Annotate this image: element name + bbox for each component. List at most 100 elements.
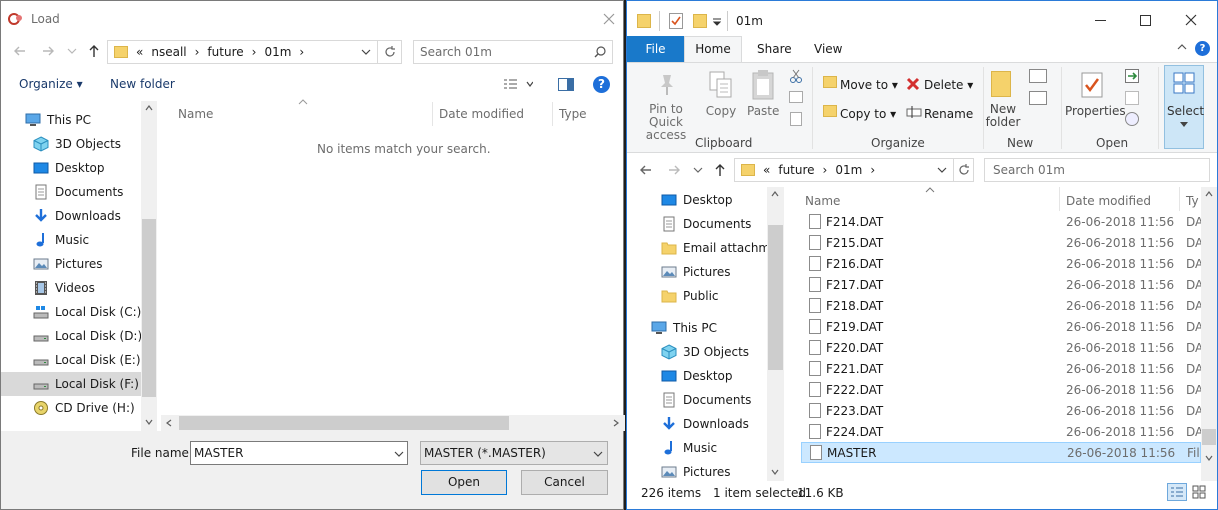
file-row[interactable]: F214.DAT 26-06-2018 11:56 DA — [627, 211, 1203, 232]
tab-home[interactable]: Home — [684, 36, 742, 63]
tab-file[interactable]: File — [627, 36, 684, 62]
easy-access-icon[interactable] — [1029, 91, 1047, 105]
preview-pane-icon[interactable] — [558, 78, 574, 91]
nav-item[interactable]: Pictures — [1, 252, 141, 276]
load-address-bar[interactable]: « nseall › future › 01m › — [107, 40, 378, 64]
recent-dropdown-icon[interactable] — [693, 166, 703, 174]
scroll-down-icon[interactable] — [145, 419, 153, 425]
scroll-up-icon[interactable] — [1205, 191, 1213, 197]
column-divider[interactable] — [552, 102, 553, 126]
large-icons-view-icon[interactable] — [1192, 485, 1206, 499]
column-type[interactable]: Type — [559, 107, 587, 121]
copy-path-icon[interactable] — [789, 91, 803, 103]
file-row[interactable]: F215.DAT 26-06-2018 11:56 DA — [627, 232, 1203, 253]
scroll-thumb[interactable] — [1202, 429, 1216, 445]
new-folder-button[interactable]: New folder — [983, 103, 1023, 129]
history-icon[interactable] — [1125, 112, 1139, 126]
nav-item[interactable]: Local Disk (E:) — [1, 348, 141, 372]
column-name[interactable]: Name — [178, 107, 213, 121]
explorer-address-bar[interactable]: « future › 01m › — [734, 158, 954, 182]
column-date-modified[interactable]: Date modified — [439, 107, 524, 121]
file-name-field[interactable]: MASTER — [190, 441, 408, 465]
ribbon-collapse-icon[interactable] — [1177, 43, 1187, 51]
nav-item[interactable]: Local Disk (F:) — [1, 372, 141, 396]
chevron-down-icon[interactable] — [937, 166, 947, 174]
scroll-thumb[interactable] — [179, 416, 509, 430]
close-icon[interactable] — [1184, 13, 1198, 27]
column-type[interactable]: Ty — [1186, 194, 1199, 208]
scroll-down-icon[interactable] — [1205, 455, 1213, 461]
file-row[interactable]: F218.DAT 26-06-2018 11:56 DA — [627, 295, 1203, 316]
column-divider[interactable] — [432, 102, 433, 126]
help-icon[interactable]: ? — [1195, 41, 1210, 56]
file-row[interactable]: F220.DAT 26-06-2018 11:56 DA — [627, 337, 1203, 358]
file-row[interactable]: F223.DAT 26-06-2018 11:56 DA — [627, 400, 1203, 421]
back-arrow-icon[interactable] — [639, 163, 653, 177]
tab-view[interactable]: View — [814, 42, 842, 56]
nav-item[interactable]: Pictures — [627, 460, 767, 484]
scroll-thumb[interactable] — [142, 219, 156, 397]
rename-button[interactable]: Rename — [924, 107, 973, 121]
scroll-up-icon[interactable] — [771, 191, 779, 197]
new-folder-button[interactable]: New folder — [110, 77, 175, 91]
help-icon[interactable]: ? — [593, 76, 610, 93]
recent-dropdown-icon[interactable] — [67, 47, 77, 55]
forward-arrow-icon[interactable] — [667, 163, 681, 177]
path-segment-nseall[interactable]: nseall — [151, 45, 186, 59]
scroll-down-icon[interactable] — [771, 469, 779, 475]
chevron-down-icon[interactable] — [593, 450, 603, 458]
path-segment-future[interactable]: future — [778, 163, 814, 177]
path-segment-future[interactable]: future — [207, 45, 243, 59]
path-separator[interactable]: › — [823, 163, 828, 177]
column-name[interactable]: Name — [805, 194, 840, 208]
nav-item[interactable]: Desktop — [1, 156, 141, 180]
details-view-icon[interactable] — [1167, 483, 1187, 501]
scroll-up-icon[interactable] — [145, 105, 153, 111]
file-list-vscrollbar[interactable] — [1201, 187, 1217, 481]
scroll-right-icon[interactable] — [613, 419, 619, 427]
select-button[interactable]: Select — [1164, 65, 1204, 149]
back-arrow-icon[interactable] — [13, 44, 27, 58]
cut-icon[interactable] — [789, 69, 803, 83]
cancel-button[interactable]: Cancel — [521, 470, 608, 495]
chevron-down-icon[interactable] — [361, 48, 371, 56]
organize-button[interactable]: Organize ▾ — [19, 77, 83, 91]
move-to-button[interactable]: Move to ▾ — [840, 78, 898, 92]
path-chevron[interactable]: « — [763, 163, 770, 177]
nav-item[interactable]: Videos — [1, 276, 141, 300]
pin-to-quick-access-button[interactable]: Pin to Quick access — [633, 103, 699, 142]
edit-icon[interactable] — [1125, 91, 1139, 105]
nav-item[interactable]: Documents — [1, 180, 141, 204]
new-item-icon[interactable] — [1029, 69, 1047, 83]
file-row[interactable]: F217.DAT 26-06-2018 11:56 DA — [627, 274, 1203, 295]
tab-share[interactable]: Share — [757, 42, 792, 56]
nav-item[interactable]: Downloads — [1, 204, 141, 228]
paste-button[interactable]: Paste — [747, 104, 779, 118]
path-separator[interactable]: › — [252, 45, 257, 59]
close-icon[interactable] — [601, 11, 617, 27]
nav-item[interactable]: Local Disk (D:) — [1, 324, 142, 348]
chevron-down-icon[interactable] — [394, 450, 404, 458]
forward-arrow-icon[interactable] — [41, 44, 55, 58]
copy-button[interactable]: Copy — [705, 104, 737, 118]
column-divider[interactable] — [1179, 187, 1180, 211]
file-row[interactable]: F221.DAT 26-06-2018 11:56 DA — [627, 358, 1203, 379]
column-divider[interactable] — [1059, 187, 1060, 211]
delete-button[interactable]: Delete ▾ — [924, 78, 973, 92]
refresh-button[interactable] — [954, 158, 974, 182]
refresh-button[interactable] — [378, 40, 402, 64]
new-folder-qat-icon[interactable] — [693, 14, 707, 28]
load-search-input[interactable]: Search 01m — [413, 40, 613, 64]
qat-dropdown-icon[interactable] — [713, 18, 721, 26]
column-date-modified[interactable]: Date modified — [1066, 194, 1151, 208]
file-type-select[interactable]: MASTER (*.MASTER) — [420, 441, 608, 465]
file-row[interactable]: F219.DAT 26-06-2018 11:56 DA — [627, 316, 1203, 337]
file-row[interactable]: F216.DAT 26-06-2018 11:56 DA — [627, 253, 1203, 274]
up-arrow-icon[interactable] — [713, 163, 727, 177]
paste-shortcut-icon[interactable] — [790, 112, 802, 126]
path-chevron[interactable]: « — [136, 45, 143, 59]
minimize-icon[interactable] — [1095, 20, 1106, 21]
nav-scrollbar[interactable] — [141, 101, 157, 431]
nav-item[interactable]: Music — [1, 228, 141, 252]
file-row[interactable]: MASTER 26-06-2018 11:56 Fil — [801, 442, 1201, 463]
